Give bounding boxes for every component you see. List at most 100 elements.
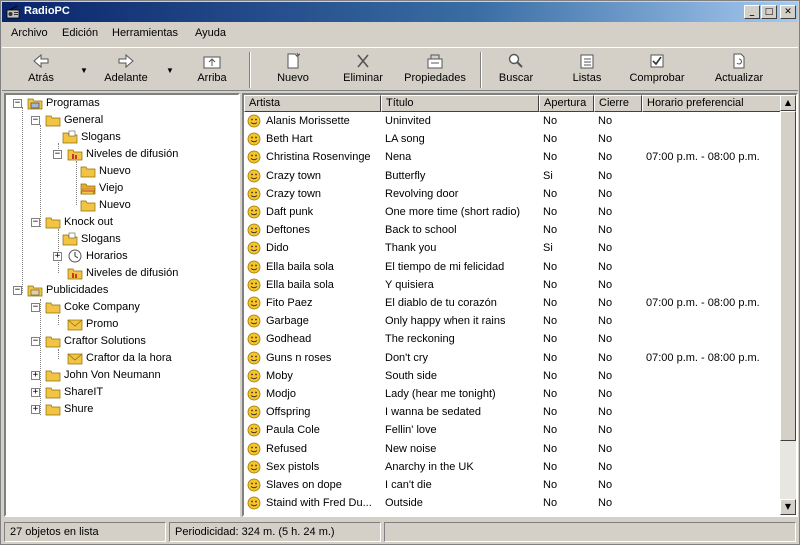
collapse-icon[interactable]: − [13,99,22,108]
properties-button[interactable]: Propiedades [400,50,470,88]
table-row[interactable]: Alanis Morissette Uninvited No No [244,112,782,130]
forward-dropdown-icon[interactable]: ▼ [166,66,174,75]
table-row[interactable]: Sex pistols Anarchy in the UK No No [244,458,782,476]
lists-button[interactable]: Listas [565,50,609,88]
update-button[interactable]: Actualizar [708,50,770,88]
table-row[interactable]: Moby South side No No [244,367,782,385]
table-row[interactable]: Deftones Back to school No No [244,221,782,239]
cell-title: Thank you [385,242,437,255]
cell-opening: No [543,333,558,346]
cell-artist: Staind with Fred Du... [266,497,372,510]
delete-button[interactable]: Eliminar [340,50,386,88]
forward-button[interactable]: Adelante [96,50,156,88]
back-button[interactable]: Atrás [18,50,64,88]
tree-line [58,315,59,325]
table-row[interactable]: Staind with Fred Du... Outside No No [244,494,782,512]
menu-edicion[interactable]: Edición [62,27,98,39]
scroll-down-icon[interactable]: ▼ [780,499,796,515]
table-row[interactable]: Beth Hart LA song No No [244,130,782,148]
table-row[interactable]: Daft punk One more time (short radio) No No [244,203,782,221]
check-button[interactable]: Comprobar [626,50,688,88]
up-button[interactable]: Arriba [190,50,234,88]
table-row[interactable]: Garbage Only happy when it rains No No [244,312,782,330]
back-dropdown-icon[interactable]: ▼ [80,66,88,75]
expand-icon[interactable]: + [53,252,62,261]
expand-icon[interactable]: + [31,405,40,414]
table-row[interactable]: Offspring I wanna be sedated No No [244,403,782,421]
collapse-icon[interactable]: − [31,337,40,346]
list-header: Artista Título Apertura Cierre Horario p… [244,95,782,112]
table-row[interactable]: Paula Cole Fellin' love No No [244,421,782,439]
table-row[interactable]: Christina Rosenvinge Nena No No 07:00 p.m. -… [244,148,782,166]
tree-line [76,161,77,205]
maximize-button[interactable]: □ [761,5,777,19]
clock-icon [68,249,82,263]
table-row[interactable]: Slaves on dope I can't die No No [244,476,782,494]
cell-opening: Si [543,242,553,255]
title-bar[interactable]: RadioPC _ □ ✕ [2,2,798,22]
toolbar-separator [249,52,251,88]
minimize-button[interactable]: _ [744,5,760,19]
column-header-title[interactable]: Título [381,95,539,112]
cell-title: LA song [385,133,425,146]
new-button[interactable]: Nuevo [270,50,316,88]
cell-artist: Ella baila sola [266,260,334,273]
table-row[interactable]: Ella baila sola Y quisiera No No [244,276,782,294]
song-list[interactable]: Artista Título Apertura Cierre Horario p… [242,93,798,517]
cell-closing: No [598,388,613,400]
scroll-up-icon[interactable]: ▲ [780,95,796,111]
tree-line [40,125,41,227]
collapse-icon[interactable]: − [53,150,62,159]
toolbar: Atrás ▼ Adelante ▼ Arriba Nuevo Eliminar… [2,47,798,91]
cell-closing: No [598,297,613,309]
tree-label: Shure [64,403,94,415]
scrollbar-thumb[interactable] [780,111,796,441]
column-header-preferred-time[interactable]: Horario preferencial [642,95,782,112]
folder-tree[interactable]: − Programas − General Slogans − Niveles … [4,93,240,517]
song-smiley-icon [247,423,261,437]
song-smiley-icon [247,205,261,219]
table-row[interactable]: Ella baila sola El tiempo de mi felicidad… [244,258,782,276]
expand-icon[interactable]: + [31,371,40,380]
collapse-icon[interactable]: − [31,116,40,125]
cell-title: Don't cry [385,351,429,364]
table-row[interactable]: Fito Paez El diablo de tu corazón No No 07:0… [244,294,782,312]
toolbar-separator [480,52,482,88]
table-row[interactable]: Crazy town Revolving door No No [244,185,782,203]
cell-title: El tiempo de mi felicidad [385,260,505,273]
song-smiley-icon [247,114,261,128]
tree-label: Niveles de difusión [86,267,179,279]
cell-title: I wanna be sedated [385,406,482,419]
table-row[interactable]: Guns n roses Don't cry No No 07:00 p.m. - 08… [244,349,782,367]
close-button[interactable]: ✕ [780,5,796,19]
cell-closing: No [598,206,613,218]
table-row[interactable]: Godhead The reckoning No No [244,330,782,348]
search-button[interactable]: Buscar [494,50,538,88]
menu-archivo[interactable]: Archivo [11,27,48,39]
folder-icon [45,404,61,416]
table-row[interactable]: Modjo Lady (hear me tonight) No No [244,385,782,403]
cell-opening: No [543,224,558,237]
back-label: Atrás [28,72,54,84]
table-row[interactable]: Crazy town Butterfly Si No [244,167,782,185]
column-header-opening[interactable]: Apertura [539,95,594,112]
column-header-closing[interactable]: Cierre [594,95,642,112]
menu-ayuda[interactable]: Ayuda [195,27,226,39]
table-row[interactable]: Dido Thank you Si No [244,239,782,257]
collapse-icon[interactable]: − [31,303,40,312]
cell-title: Back to school [385,224,457,237]
cell-closing: No [598,460,613,473]
tree-line [58,349,59,359]
tree-label: Programas [46,97,100,109]
column-header-artist[interactable]: Artista [244,95,381,112]
collapse-icon[interactable]: − [13,286,22,295]
expand-icon[interactable]: + [31,388,40,397]
search-icon [508,53,523,68]
menu-herramientas[interactable]: Herramientas [112,27,178,39]
collapse-icon[interactable]: − [31,218,40,227]
menu-bar: Archivo Edición Herramientas Ayuda [2,24,798,44]
song-smiley-icon [247,132,261,146]
vertical-scrollbar[interactable]: ▲ ▼ [780,95,796,515]
song-smiley-icon [247,369,261,383]
table-row[interactable]: Refused New noise No No [244,440,782,458]
